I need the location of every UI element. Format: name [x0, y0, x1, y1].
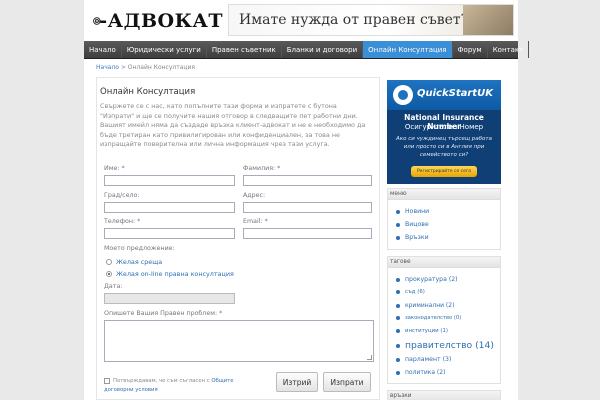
option-online[interactable]: Желая on-line правна консултация [106, 270, 234, 278]
breadcrumb: Начало > Онлайн Консултация [96, 64, 195, 71]
links-widget: връзки [387, 390, 501, 400]
bullet-icon [396, 343, 400, 348]
tag-label: политика (2) [405, 369, 446, 376]
tag-item[interactable]: парламент (3) [396, 356, 451, 363]
bullet-icon [396, 277, 400, 282]
tag-label: законодателство (0) [405, 315, 462, 321]
clear-button[interactable]: Изтрий [276, 372, 318, 392]
last-name-input[interactable] [243, 175, 372, 186]
last-name-label: Фамилия: * [243, 165, 281, 172]
breadcrumb-separator: > [120, 64, 126, 71]
bullet-icon [396, 316, 400, 320]
tag-item[interactable]: прокуратура (2) [396, 276, 458, 283]
intro-text: Свържете се с нас, като попълните тази ф… [100, 102, 366, 149]
links-widget-title: връзки [388, 391, 500, 400]
bullet-icon [396, 329, 400, 333]
date-input[interactable] [104, 293, 235, 304]
tag-label: институции (1) [405, 328, 448, 334]
ad-brand: QuickStartUK [417, 88, 493, 99]
banner-text: Имате нужда от правен съвет? [239, 12, 469, 28]
page-title: Онлайн Консултация [100, 87, 196, 97]
terms-text: Потвърждавам, че съм съгласен с [113, 378, 210, 384]
breadcrumb-home-link[interactable]: Начало [96, 64, 119, 71]
problem-textarea[interactable] [104, 320, 374, 362]
resize-handle-icon[interactable] [367, 355, 372, 360]
option-meeting-label: Желая среща [116, 258, 163, 266]
email-input[interactable] [243, 228, 372, 239]
tag-label: правителство (14) [405, 340, 494, 351]
nav-item-home[interactable]: Начало [84, 41, 122, 58]
option-meeting[interactable]: Желая среща [106, 258, 162, 266]
terms-row: Потвърждавам, че съм съгласен с Общите д… [104, 377, 264, 395]
submit-button[interactable]: Изпрати [323, 372, 371, 392]
nav-item-legal-services[interactable]: Юридически услуги [122, 41, 207, 58]
tags-widget: тагове прокуратура (2) съд (6) криминалн… [387, 256, 501, 384]
tags-widget-title: тагове [388, 257, 500, 268]
first-name-input[interactable] [104, 175, 235, 186]
sidebar-ad[interactable]: QuickStartUK National Insurance Number О… [387, 80, 501, 184]
menu-item-jokes-label: Вицове [405, 221, 429, 228]
ad-subheadline: Осигурителен Номер [404, 123, 484, 131]
tag-label: парламент (3) [405, 356, 452, 363]
tag-item[interactable]: съд (6) [396, 289, 425, 295]
bullet-icon [396, 303, 400, 308]
menu-item-links-label: Връзки [405, 234, 429, 241]
tag-label: съд (6) [405, 289, 425, 295]
terms-checkbox[interactable] [104, 377, 110, 384]
option-meeting-radio[interactable] [106, 259, 112, 265]
ad-body: Ако си чуждинец търсещ работа или простo… [396, 136, 492, 158]
tag-label: прокуратура (2) [405, 276, 458, 283]
bullet-icon [396, 290, 400, 294]
menu-widget-title: меню [388, 189, 500, 200]
ad-logo-icon [393, 85, 413, 105]
tag-item[interactable]: политика (2) [396, 369, 445, 376]
bullet-icon [396, 209, 400, 214]
city-label: Град/село: [104, 192, 140, 199]
option-online-label: Желая on-line правна консултация [116, 270, 234, 278]
phone-label: Телефон: * [104, 218, 141, 225]
bullet-icon [396, 235, 400, 240]
tag-label: криминални (2) [405, 302, 455, 309]
nav-item-forum[interactable]: Форум [453, 41, 488, 58]
nav-item-contact[interactable]: Контакт [488, 41, 530, 58]
problem-label: Опишете Вашия Правен проблем: * [104, 310, 223, 317]
tag-item[interactable]: правителство (14) [396, 340, 494, 351]
nav-item-legal-advisor[interactable]: Правен съветник [207, 41, 282, 58]
date-label: Дата: [104, 283, 123, 290]
main-nav: Начало Юридически услуги Правен съветник… [84, 41, 530, 59]
logo-text: -АДВОКАТ [99, 10, 223, 32]
menu-item-jokes[interactable]: Вицове [396, 221, 429, 228]
nav-item-forms-contracts[interactable]: Бланки и договори [282, 41, 364, 58]
address-label: Адрес: [243, 192, 266, 199]
city-input[interactable] [104, 202, 235, 213]
breadcrumb-current: Онлайн Консултация [127, 64, 195, 71]
bullet-icon [396, 357, 400, 362]
tag-item[interactable]: криминални (2) [396, 302, 454, 309]
bullet-icon [396, 222, 400, 227]
option-online-radio[interactable] [106, 271, 112, 277]
header-banner[interactable]: Имате нужда от правен съвет? [228, 4, 514, 36]
address-input[interactable] [243, 202, 372, 213]
menu-widget: меню Новини Вицове Връзки [387, 188, 501, 250]
logo-mark-icon [93, 17, 101, 25]
site-logo[interactable]: -АДВОКАТ [93, 6, 223, 36]
banner-image [463, 5, 513, 35]
menu-item-news[interactable]: Новини [396, 208, 429, 215]
email-label: Email: * [243, 218, 268, 225]
first-name-label: Име: * [104, 165, 125, 172]
offer-label: Моето предложение: [104, 245, 175, 252]
menu-item-news-label: Новини [405, 208, 430, 215]
bullet-icon [396, 370, 400, 375]
tag-item[interactable]: институции (1) [396, 328, 448, 334]
menu-item-links[interactable]: Връзки [396, 234, 429, 241]
tag-item[interactable]: законодателство (0) [396, 315, 461, 321]
nav-item-online-consultation[interactable]: Онлайн Консултация [363, 41, 453, 58]
ad-register-button[interactable]: Регистрирайте се сега [411, 166, 477, 177]
phone-input[interactable] [104, 228, 235, 239]
